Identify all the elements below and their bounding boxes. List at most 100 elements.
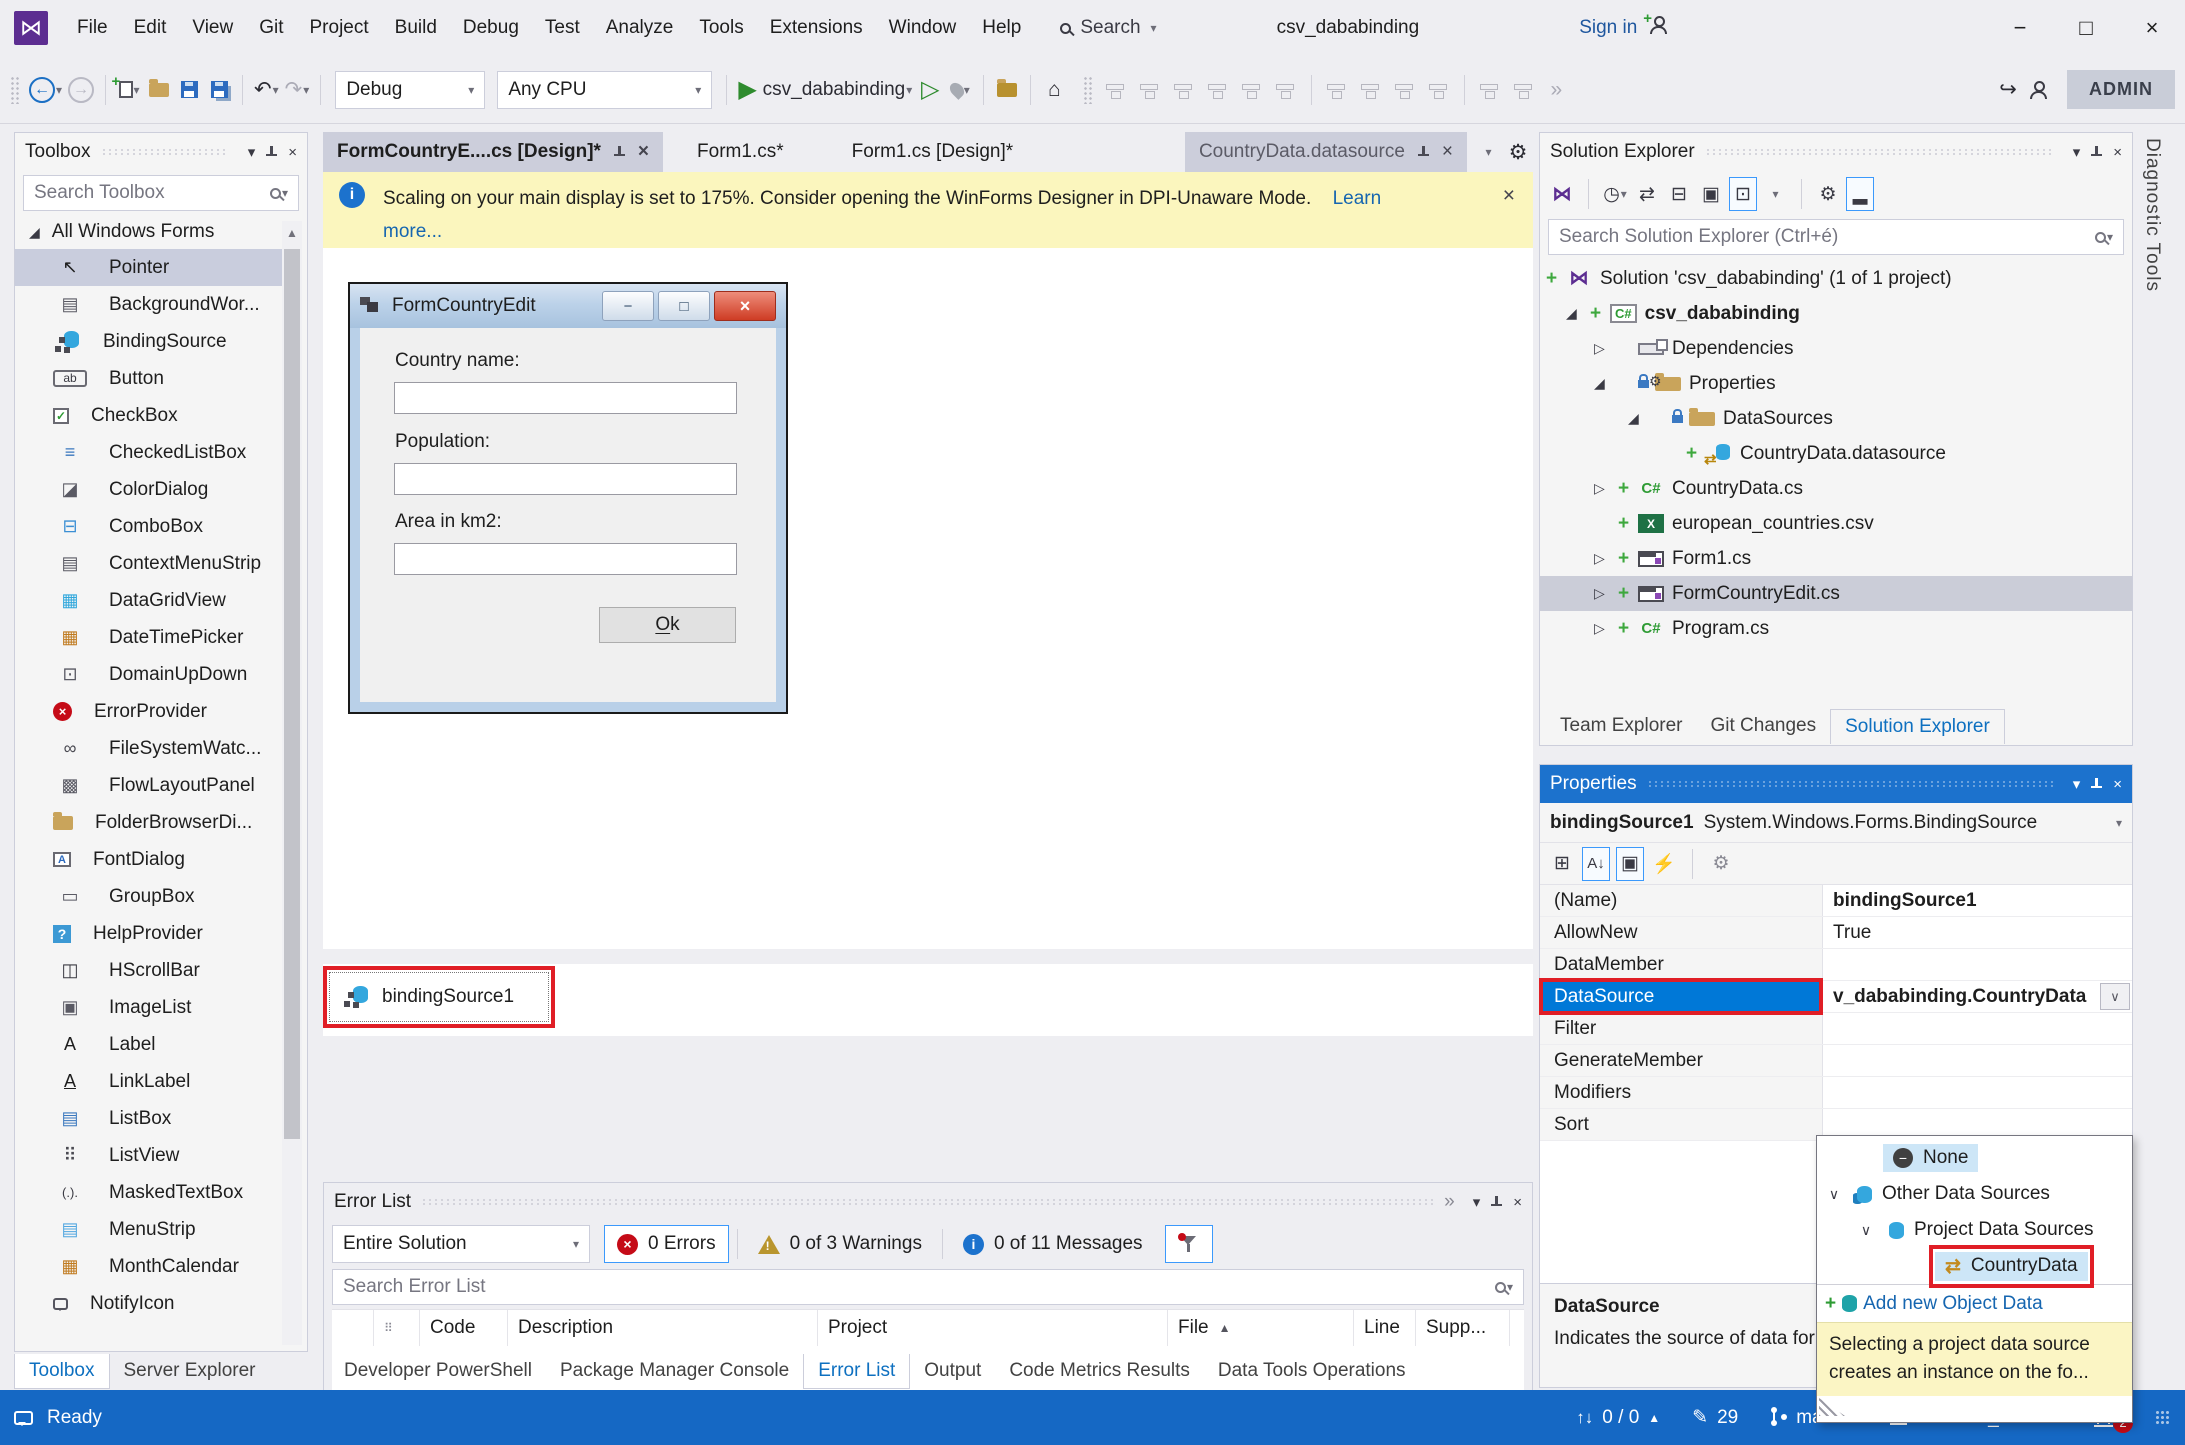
menu-item[interactable]: Project: [297, 11, 382, 45]
object-selector[interactable]: bindingSource1 System.Windows.Forms.Bind…: [1540, 803, 2132, 843]
toolbox-category[interactable]: ◢ All Windows Forms: [15, 215, 307, 249]
alphabetical-icon[interactable]: A↓: [1582, 847, 1610, 881]
toolbox-item[interactable]: ▣ ImageList: [15, 989, 287, 1026]
popup-resize-grip[interactable]: [1817, 1396, 2132, 1418]
properties-pages-icon[interactable]: ▣: [1616, 847, 1644, 881]
binding-source-component[interactable]: bindingSource1: [329, 972, 549, 1022]
area-input[interactable]: [394, 543, 737, 575]
scrollbar-thumb[interactable]: [284, 249, 300, 1139]
size-to-grid-icon[interactable]: [1393, 81, 1417, 99]
column-header[interactable]: Line: [1354, 1310, 1416, 1346]
toolbox-item[interactable]: ≡ CheckedListBox: [15, 434, 287, 471]
redo-button[interactable]: ↷▾: [282, 70, 313, 110]
toolbox-item[interactable]: A LinkLabel: [15, 1063, 287, 1100]
panel-drag-handle[interactable]: [101, 148, 228, 157]
datasource-option[interactable]: ∨ Project Data Sources: [1817, 1212, 2132, 1248]
sign-in[interactable]: Sign in +: [1579, 16, 1667, 40]
property-row[interactable]: (Name) bindingSource1: [1540, 885, 2132, 917]
close-icon[interactable]: ×: [1503, 184, 1515, 208]
show-all-files-dropdown[interactable]: ▾: [1761, 177, 1789, 211]
vertical-spacing-icon[interactable]: [1512, 81, 1536, 99]
align-bottoms-icon[interactable]: [1274, 81, 1298, 99]
learn-more-link[interactable]: Learn: [1333, 188, 1382, 209]
toolbox-item[interactable]: ∞ FileSystemWatc...: [15, 730, 287, 767]
toolbox-item[interactable]: ▦ DateTimePicker: [15, 619, 287, 656]
designer-options-gear-icon[interactable]: ⚙: [1503, 132, 1533, 172]
tab-countrydata-datasource[interactable]: CountryData.datasource ×: [1185, 132, 1467, 172]
close-icon[interactable]: ×: [638, 141, 649, 163]
make-same-width-icon[interactable]: [1325, 81, 1349, 99]
expander-icon[interactable]: ▷: [1594, 550, 1618, 567]
keep-open-icon[interactable]: [1417, 145, 1430, 160]
menu-item[interactable]: Help: [969, 11, 1034, 45]
expander-icon[interactable]: ◢: [1566, 305, 1590, 322]
property-row[interactable]: Filter: [1540, 1013, 2132, 1045]
solution-tree-item[interactable]: + X european_countries.csv: [1540, 506, 2132, 541]
toolbox-item[interactable]: ▤ ListBox: [15, 1100, 287, 1137]
designed-form[interactable]: FormCountryEdit − □ × Country name: Popu…: [348, 282, 788, 714]
column-header[interactable]: Project: [818, 1310, 1168, 1346]
toolbox-item[interactable]: (.). MaskedTextBox: [15, 1174, 287, 1211]
expander-icon[interactable]: ◢: [1594, 375, 1618, 392]
tab-diagnostic-tools[interactable]: Diagnostic Tools: [2141, 138, 2163, 292]
toolbox-item[interactable]: ErrorProvider: [15, 693, 287, 730]
platform-dropdown[interactable]: Any CPU▾: [497, 71, 712, 109]
datasource-option[interactable]: ⇄ CountryData: [1817, 1248, 2132, 1284]
expander-icon[interactable]: ▷: [1594, 620, 1618, 637]
tab-list-dropdown-icon[interactable]: ▾: [1473, 132, 1503, 172]
lines-changed-indicator[interactable]: ↑↓ 0 / 0 ▲: [1566, 1407, 1670, 1429]
solution-tree-item[interactable]: ▷ + Form1.cs: [1540, 541, 2132, 576]
expander-icon[interactable]: ▷: [1594, 585, 1618, 602]
overflow-icon[interactable]: »: [1444, 1191, 1455, 1213]
pin-icon[interactable]: [1490, 1195, 1503, 1210]
menu-item[interactable]: View: [179, 11, 246, 45]
form-minimize-button[interactable]: −: [602, 291, 654, 321]
toolbox-item[interactable]: ▤ ContextMenuStrip: [15, 545, 287, 582]
property-row[interactable]: Modifiers: [1540, 1077, 2132, 1109]
open-file-button[interactable]: [144, 70, 174, 110]
window-position-icon[interactable]: ▾: [2073, 775, 2081, 793]
country-name-input[interactable]: [394, 382, 737, 414]
close-icon[interactable]: ×: [1442, 141, 1453, 163]
column-header[interactable]: Supp...: [1416, 1310, 1510, 1346]
expander-icon[interactable]: ▷: [1594, 340, 1618, 357]
align-rights-icon[interactable]: [1172, 81, 1196, 99]
menu-item[interactable]: Git: [246, 11, 296, 45]
toolbox-item[interactable]: ▦ DataGridView: [15, 582, 287, 619]
expander-icon[interactable]: ▷: [1594, 480, 1618, 497]
form-close-button[interactable]: ×: [714, 291, 776, 321]
expander-icon[interactable]: ◢: [1628, 410, 1652, 427]
menu-item[interactable]: Extensions: [757, 11, 876, 45]
configuration-dropdown[interactable]: Debug▾: [335, 71, 485, 109]
bottom-tab[interactable]: Toolbox: [14, 1354, 110, 1389]
toolbox-item[interactable]: ? HelpProvider: [15, 915, 287, 952]
categorized-icon[interactable]: ⊞: [1548, 847, 1576, 881]
align-lefts-icon[interactable]: [1104, 81, 1128, 99]
preview-selected-items-icon[interactable]: ▂: [1846, 177, 1874, 211]
property-row[interactable]: DataSource v_dababinding.CountryData ∨: [1540, 981, 2132, 1013]
toolbox-scrollbar[interactable]: ▲: [282, 221, 302, 1345]
align-centers-icon[interactable]: [1138, 81, 1162, 99]
menu-item[interactable]: Edit: [121, 11, 180, 45]
menu-item[interactable]: File: [64, 11, 121, 45]
menu-item[interactable]: Test: [532, 11, 593, 45]
bottom-tab[interactable]: Output: [910, 1354, 995, 1388]
solution-tree-item[interactable]: ▷ Dependencies: [1540, 331, 2132, 366]
chevron-icon[interactable]: ∨: [1853, 1222, 1879, 1239]
designer-canvas[interactable]: FormCountryEdit − □ × Country name: Popu…: [323, 248, 1533, 1036]
toolbox-item[interactable]: ▦ MonthCalendar: [15, 1248, 287, 1285]
tab-form1-cs[interactable]: Form1.cs*: [663, 132, 818, 172]
toolbox-item[interactable]: ↖ Pointer: [15, 249, 287, 286]
explorer-tab[interactable]: Git Changes: [1697, 709, 1831, 743]
solution-tree-item[interactable]: + ⋈ Solution 'csv_dababinding' (1 of 1 p…: [1540, 261, 2132, 296]
share-button[interactable]: ↪: [1993, 70, 2023, 110]
menu-item[interactable]: Tools: [686, 11, 756, 45]
toolbox-item[interactable]: ◪ ColorDialog: [15, 471, 287, 508]
toolbox-item[interactable]: ✓ CheckBox: [15, 397, 287, 434]
menu-item[interactable]: Build: [382, 11, 450, 45]
navigate-back-button[interactable]: ←▾: [26, 70, 65, 110]
column-header[interactable]: Code: [420, 1310, 508, 1346]
errors-filter-button[interactable]: 0 Errors: [604, 1225, 729, 1263]
toolbox-search-input[interactable]: Search Toolbox ▾: [23, 175, 299, 211]
feedback-bubble-icon[interactable]: [14, 1411, 33, 1425]
